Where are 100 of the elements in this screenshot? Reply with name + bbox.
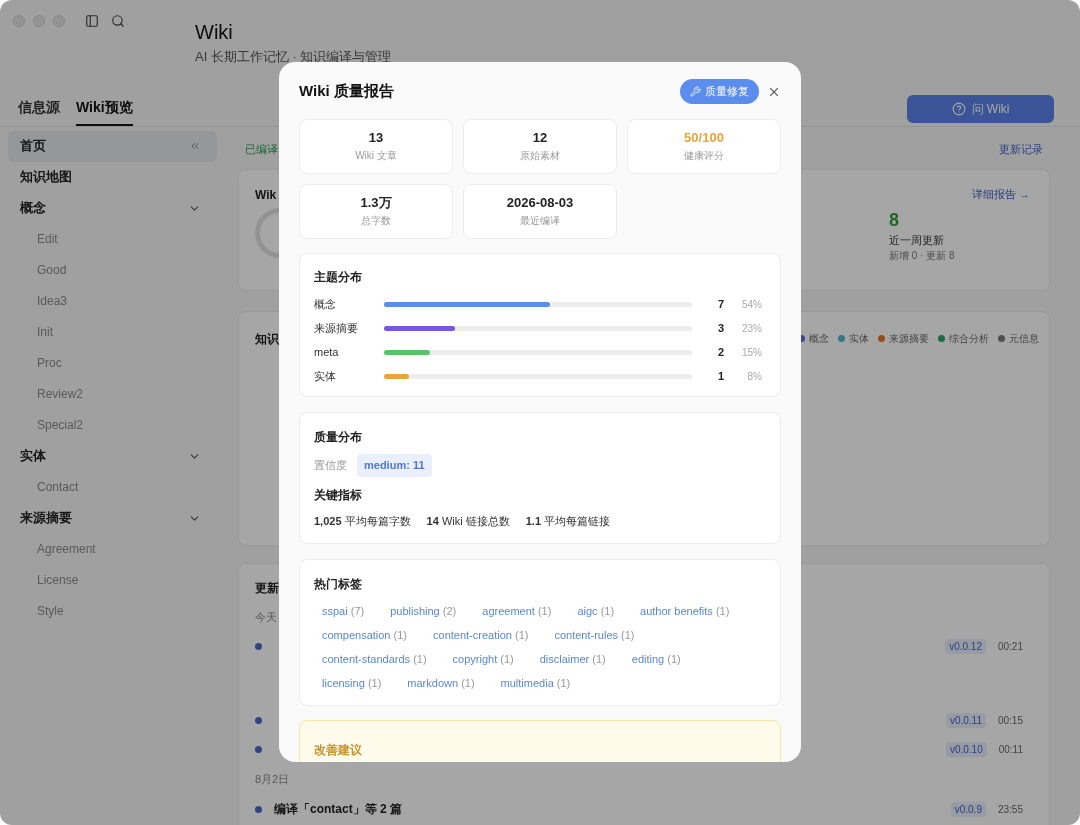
tag-link[interactable]: sspai (7)	[322, 603, 365, 619]
help-icon	[951, 101, 966, 116]
ask-wiki-button[interactable]: 问 Wiki	[907, 94, 1054, 123]
version-tag: v0.0.9	[950, 801, 986, 817]
topic-label: meta	[314, 344, 340, 360]
sidebar-item[interactable]: Special2	[8, 409, 217, 441]
confidence-badge: medium: 11	[357, 454, 432, 477]
date-heading: 8月2日	[255, 772, 290, 787]
history-link[interactable]: 更新记录	[999, 141, 1043, 158]
legend-label: 元信息	[1009, 332, 1039, 346]
sidebar-item[interactable]: Agreement	[8, 533, 217, 565]
legend-label: 概念	[809, 332, 829, 346]
tag-link[interactable]: editing (1)	[631, 651, 681, 667]
section-title: 改善建议	[314, 743, 362, 757]
update-time: 23:55	[997, 802, 1023, 817]
tag-link[interactable]: publishing (2)	[390, 603, 457, 619]
collapse-icon[interactable]	[189, 140, 201, 152]
topic-percent: 8%	[746, 369, 762, 384]
card-title: 更新	[255, 579, 279, 597]
topic-count: 7	[716, 296, 724, 312]
topic-percent: 23%	[741, 321, 762, 336]
key-metric: 14 Wiki 链接总数	[426, 513, 510, 529]
weekly-update-label: 近一周更新	[889, 232, 945, 248]
stat-label: Wiki 文章	[355, 149, 397, 163]
stat-label: 总字数	[361, 214, 391, 228]
topic-count: 2	[716, 344, 724, 360]
section-title: 主题分布	[314, 269, 363, 286]
sidebar-item[interactable]: Contact	[8, 471, 217, 503]
update-time: 00:11	[998, 743, 1023, 757]
tag-link[interactable]: markdown (1)	[407, 675, 475, 691]
legend-label: 实体	[849, 332, 869, 346]
topic-percent: 54%	[741, 297, 762, 312]
tab[interactable]: 信息源	[18, 96, 60, 126]
section-title: 热门标签	[314, 576, 363, 593]
version-tag: v0.0.10	[945, 742, 987, 757]
window-title: Wiki	[195, 20, 234, 44]
card-title: 知识	[255, 330, 279, 348]
sidebar-toggle-icon[interactable]	[85, 14, 99, 28]
detail-report-link[interactable]: 详细报告 →	[971, 185, 1030, 204]
sidebar-item[interactable]: 知识地图	[8, 161, 217, 193]
topic-label: 概念	[314, 296, 337, 312]
stat-label: 原始素材	[520, 149, 560, 163]
tag-link[interactable]: multimedia (1)	[500, 675, 571, 691]
stat-value: 12	[532, 130, 548, 146]
confidence-label: 置信度	[314, 458, 347, 473]
version-tag: v0.0.11	[945, 713, 986, 728]
tag-link[interactable]: content-standards (1)	[322, 651, 427, 667]
sidebar-item[interactable]: Proc	[8, 347, 217, 379]
weekly-update-count: 8	[889, 209, 900, 230]
dialog-title: Wiki 质量报告	[299, 81, 394, 102]
update-time: 00:15	[997, 714, 1023, 728]
stat-value: 50/100	[684, 130, 724, 146]
topic-count: 3	[716, 320, 724, 336]
stat-label: 健康评分	[684, 149, 724, 163]
topic-label: 实体	[314, 368, 337, 384]
date-heading: 今天	[255, 609, 277, 625]
compiled-status: 已编译	[245, 142, 278, 158]
search-icon[interactable]	[111, 14, 125, 28]
stat-value: 2026-08-03	[506, 195, 574, 211]
sidebar-item[interactable]: License	[8, 564, 217, 596]
sidebar-item[interactable]: 首页	[8, 130, 217, 162]
weekly-update-note: 新增 0 · 更新 8	[889, 249, 955, 263]
sidebar-item[interactable]: Idea3	[8, 285, 217, 317]
sidebar-item[interactable]: 概念	[8, 192, 217, 224]
stat-value: 1.3万	[360, 195, 392, 211]
topic-percent: 15%	[741, 345, 762, 360]
legend-label: 综合分析	[949, 332, 989, 346]
tag-link[interactable]: author benefits (1)	[640, 603, 730, 619]
section-title: 质量分布	[314, 429, 363, 446]
tag-link[interactable]: agreement (1)	[482, 603, 552, 619]
topic-count: 1	[716, 368, 724, 384]
tag-link[interactable]: disclaimer (1)	[539, 651, 606, 667]
sidebar-item[interactable]: Init	[8, 316, 217, 348]
sidebar-item[interactable]: 来源摘要	[8, 502, 217, 534]
section-title: 关键指标	[314, 486, 363, 504]
sidebar-item[interactable]: 实体	[8, 440, 217, 472]
quality-fix-button[interactable]: 质量修复	[680, 79, 759, 104]
sidebar-item[interactable]: Style	[8, 595, 217, 627]
tag-link[interactable]: content-creation (1)	[433, 627, 529, 643]
legend-label: 来源摘要	[889, 332, 929, 346]
score-ring-icon	[255, 207, 279, 258]
tag-link[interactable]: content-rules (1)	[554, 627, 635, 643]
key-metric: 1.1 平均每篇链接	[525, 513, 611, 529]
version-tag: v0.0.12	[945, 639, 986, 654]
tag-link[interactable]: compensation (1)	[322, 627, 407, 643]
tag-link[interactable]: licensing (1)	[322, 675, 382, 691]
stat-label: 最近编译	[520, 214, 560, 228]
update-title[interactable]: 编译「contact」等 2 篇	[274, 801, 402, 817]
sidebar-item[interactable]: Good	[8, 254, 217, 286]
update-time: 00:21	[997, 640, 1023, 654]
tab[interactable]: Wiki预览	[76, 96, 133, 126]
card-title: Wik	[255, 186, 277, 204]
tag-link[interactable]: aigc (1)	[577, 603, 615, 619]
sidebar-item[interactable]: Review2	[8, 378, 217, 410]
wrench-icon	[690, 86, 701, 97]
key-metric: 1,025 平均每篇字数	[314, 513, 411, 529]
stat-value: 13	[368, 130, 384, 146]
sidebar-item[interactable]: Edit	[8, 223, 217, 255]
topic-label: 来源摘要	[314, 320, 359, 336]
tag-link[interactable]: copyright (1)	[452, 651, 514, 667]
